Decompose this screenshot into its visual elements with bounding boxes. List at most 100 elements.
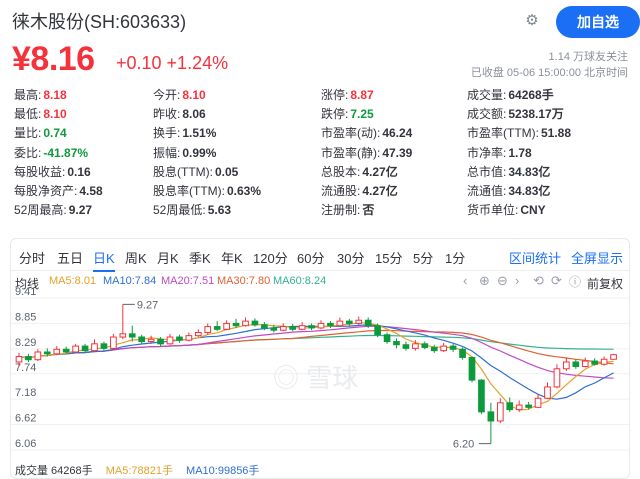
quote-value: 0.16	[67, 164, 91, 179]
candle-body	[242, 320, 249, 327]
quote-key: 最高:	[14, 88, 42, 102]
candle-body	[374, 325, 381, 336]
candle-body	[72, 345, 79, 353]
candle-body	[572, 361, 580, 368]
quote-value: 8.06	[182, 107, 206, 122]
candle-body	[345, 320, 353, 324]
quote-cell: 股息(TTM): 0.05	[153, 163, 238, 180]
quote-cell: 涨停: 8.87	[321, 86, 374, 103]
quote-cell: 市盈率(静): 47.39	[321, 144, 412, 161]
candle-body	[581, 360, 589, 368]
candle-body	[43, 351, 51, 355]
low-annotation: 6.20	[453, 439, 474, 451]
candle-body	[430, 346, 438, 352]
candle-body	[91, 343, 98, 352]
quote-cell: 振幅: 0.99%	[153, 144, 216, 161]
quote-cell: 总股本: 4.27亿	[321, 163, 398, 180]
candle-body	[506, 402, 514, 411]
quote-cell: 52周最低: 5.63	[153, 201, 231, 218]
candle-body	[402, 344, 410, 349]
quote-key: 总股本:	[321, 164, 361, 179]
candle-body	[525, 404, 532, 408]
quote-value: 7.25	[350, 107, 374, 122]
candle-body	[289, 326, 297, 330]
quote-cell: 每股净资产: 4.58	[14, 182, 103, 199]
quote-key: 流通值:	[467, 183, 507, 198]
candle-body	[298, 325, 306, 330]
quote-row: 每股净资产: 4.58 股息率(TTM): 0.63% 流通股: 4.27亿 流通值: 34.…	[14, 182, 634, 201]
quote-key: 成交量:	[467, 88, 507, 102]
quote-key: 市盈率(动):	[321, 126, 381, 141]
y-tick-label: 6.62	[15, 413, 36, 425]
quote-row: 每股收益: 0.16 股息(TTM): 0.05 总股本: 4.27亿 总市值: 34.83亿	[14, 163, 634, 182]
candle-body	[166, 336, 174, 345]
candle-body	[213, 326, 221, 330]
quote-cell: 成交量: 64268手	[467, 86, 554, 103]
quote-value: 64268手	[508, 88, 554, 102]
candle-body	[336, 320, 344, 327]
quote-cell: 52周最高: 9.27	[14, 201, 92, 218]
candle-body	[355, 319, 363, 324]
quote-cell: 最低: 8.10	[14, 105, 67, 122]
candle-body	[25, 356, 32, 361]
candle-body	[515, 404, 523, 411]
quote-key: 最低:	[14, 107, 42, 122]
add-watchlist-button[interactable]: 加自选	[556, 6, 640, 38]
y-tick-label: 6.06	[15, 438, 36, 450]
quote-key: 货币单位:	[467, 203, 519, 218]
quote-value: 4.27亿	[362, 183, 398, 198]
quote-row: 最高: 8.18 今开: 8.10 涨停: 8.87 成交量: 64268手	[14, 86, 634, 105]
quote-cell: 换手: 1.51%	[153, 124, 216, 141]
candle-body	[600, 358, 608, 365]
quote-cell: 量比: 0.74	[14, 124, 67, 141]
stock-header: 徕木股份(SH:603633) ⚙ 加自选	[12, 6, 640, 38]
quote-row: 最低: 8.10 昨收: 8.06 跌停: 7.25 成交额: 5238.17万	[14, 105, 634, 124]
quote-row: 委比: -41.87% 振幅: 0.99% 市盈率(静): 47.39 市净率: 1.78	[14, 144, 634, 163]
candle-body	[185, 335, 193, 341]
quote-value: CNY	[520, 203, 546, 218]
quote-value: 4.27亿	[362, 164, 398, 179]
quote-value: 5.63	[207, 203, 232, 218]
quote-value: 0.99%	[182, 145, 217, 160]
candle-body	[327, 322, 334, 327]
candle-body	[232, 322, 240, 327]
quote-cell: 市净率: 1.78	[467, 144, 532, 161]
y-tick-label: 7.18	[15, 387, 36, 399]
candle-body	[15, 356, 23, 363]
stock-title: 徕木股份(SH:603633)	[12, 12, 187, 32]
quote-key: 今开:	[153, 88, 181, 102]
candle-body	[251, 320, 259, 326]
candle-body	[421, 343, 429, 348]
quote-key: 成交额:	[467, 107, 507, 122]
candle-body	[534, 397, 542, 408]
quote-value: 34.83亿	[508, 164, 551, 179]
candle-body	[487, 411, 495, 422]
volume-label: 成交量 64268手	[15, 465, 93, 477]
quote-value: 0.63%	[226, 183, 262, 198]
quote-value: 9.27	[68, 203, 93, 218]
candle-body	[223, 322, 230, 330]
quote-key: 换手:	[153, 126, 181, 141]
candle-body	[364, 319, 372, 327]
quote-key: 股息(TTM):	[153, 164, 213, 179]
quote-value: 0.74	[43, 126, 67, 141]
xueqiu-watermark: ◎ 雪球	[273, 363, 358, 393]
kline-svg[interactable]: 9.41 8.85 8.29 7.74 7.18 6.62 6.06 ◎ 雪球 9.27 6.20	[11, 239, 630, 461]
quote-value: 8.18	[43, 88, 67, 102]
quote-value: 1.78	[508, 145, 532, 160]
price-change: +0.10 +1.24%	[116, 53, 229, 73]
quote-key: 涨停:	[321, 88, 349, 102]
quote-cell: 货币单位: CNY	[467, 201, 546, 218]
settings-icon[interactable]: ⚙	[521, 10, 543, 32]
candle-body	[100, 343, 108, 349]
y-tick-label: 9.41	[15, 286, 36, 298]
candle-body	[393, 341, 400, 346]
quote-key: 注册制:	[321, 203, 361, 218]
candle-body	[81, 345, 89, 352]
quote-table: 最高: 8.18 今开: 8.10 涨停: 8.87 成交量: 64268手 最低: 8.10 昨收…	[14, 86, 634, 220]
candle-body	[53, 348, 61, 355]
candle-body	[157, 338, 164, 345]
candle-body	[440, 345, 448, 352]
candle-body	[261, 324, 268, 329]
quote-key: 52周最低:	[153, 203, 206, 218]
